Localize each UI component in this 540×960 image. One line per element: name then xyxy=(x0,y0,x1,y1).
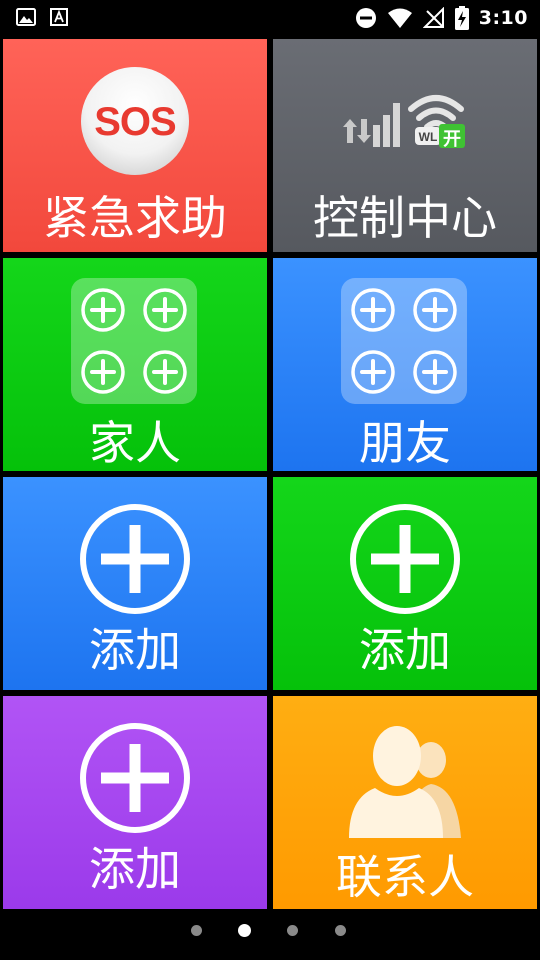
wifi-state-text: 开 xyxy=(443,129,461,150)
font-icon xyxy=(50,8,68,26)
contacts-icon xyxy=(349,726,461,838)
status-bar: 3:10 xyxy=(0,0,540,36)
page-dot-1[interactable] xyxy=(191,925,202,936)
family-label: 家人 xyxy=(89,416,181,470)
control-center-tile[interactable]: WL 开 控制中心 xyxy=(273,39,537,252)
page-dot-4[interactable] xyxy=(335,925,346,936)
add-tile-1[interactable]: 添加 xyxy=(3,477,267,690)
friends-label: 朋友 xyxy=(359,416,451,470)
sos-tile[interactable]: SOS 紧急求助 xyxy=(3,39,267,252)
page-indicator[interactable] xyxy=(0,920,540,940)
friends-tile[interactable]: 朋友 xyxy=(273,258,537,471)
contacts-label: 联系人 xyxy=(336,850,474,904)
page-dot-3[interactable] xyxy=(287,925,298,936)
status-time: 3:10 xyxy=(478,7,528,29)
plus-circle-icon xyxy=(350,504,460,614)
no-signal-icon xyxy=(422,7,445,29)
wifi-icon xyxy=(387,7,413,29)
sos-badge-text: SOS xyxy=(94,100,176,144)
add-label-2: 添加 xyxy=(359,623,451,677)
add-tile-2[interactable]: 添加 xyxy=(273,477,537,690)
contacts-tile[interactable]: 联系人 xyxy=(273,696,537,909)
dnd-icon xyxy=(355,7,377,29)
four-plus-icon xyxy=(71,278,197,404)
battery-charging-icon xyxy=(454,6,469,30)
add-label-1: 添加 xyxy=(89,623,181,677)
family-tile[interactable]: 家人 xyxy=(3,258,267,471)
wifi-badge-text: WL xyxy=(418,130,438,144)
plus-circle-icon xyxy=(80,723,190,833)
sos-label: 紧急求助 xyxy=(43,191,227,245)
plus-circle-icon xyxy=(80,504,190,614)
add-tile-3[interactable]: 添加 xyxy=(3,696,267,909)
page-dot-2-active[interactable] xyxy=(238,924,251,937)
control-center-label: 控制中心 xyxy=(313,191,497,245)
add-label-3: 添加 xyxy=(89,842,181,896)
four-plus-icon xyxy=(341,278,467,404)
image-icon xyxy=(16,8,36,26)
